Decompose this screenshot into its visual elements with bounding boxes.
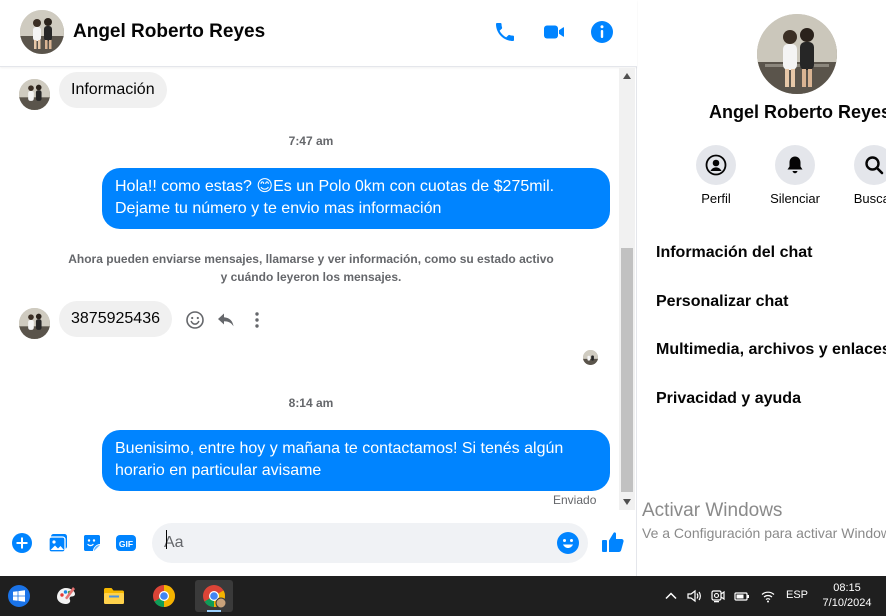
avatar-photo-icon bbox=[20, 10, 64, 54]
volume-icon[interactable] bbox=[685, 587, 703, 605]
message-composer: GIF bbox=[0, 517, 637, 575]
scroll-down-arrow-icon[interactable] bbox=[619, 494, 635, 510]
clock-time: 08:15 bbox=[833, 582, 861, 594]
search-action-label: Buscar bbox=[853, 191, 886, 206]
outgoing-message[interactable]: Buenisimo, entre hoy y mañana te contact… bbox=[102, 430, 610, 491]
section-privacy-support[interactable]: Privacidad y ayuda bbox=[656, 390, 801, 408]
clock-date: 7/10/2024 bbox=[822, 597, 872, 609]
emoji-button[interactable] bbox=[556, 531, 580, 555]
more-vertical-icon bbox=[255, 312, 259, 328]
profile-action-button[interactable]: Perfil bbox=[676, 145, 756, 206]
show-hidden-icons-chevron-icon[interactable] bbox=[662, 587, 680, 605]
message-timestamp: 8:14 am bbox=[288, 396, 334, 410]
mute-action-button[interactable]: Silenciar bbox=[755, 145, 835, 206]
sticker-button[interactable] bbox=[80, 531, 104, 555]
profile-name: Angel Roberto Reyes bbox=[709, 102, 886, 122]
incoming-message[interactable]: Información bbox=[59, 72, 167, 108]
delivery-status: Enviado bbox=[553, 493, 597, 507]
like-button[interactable] bbox=[600, 529, 626, 555]
conversation-info-panel: Angel Roberto Reyes Perfil Silenciar Bus… bbox=[638, 0, 886, 576]
message-input-container bbox=[152, 523, 588, 563]
message-input[interactable] bbox=[164, 523, 544, 563]
contact-name[interactable]: Angel Roberto Reyes bbox=[73, 21, 265, 43]
text-caret bbox=[166, 530, 167, 549]
profile-action-label: Perfil bbox=[701, 191, 731, 206]
chrome-icon bbox=[203, 585, 227, 609]
chat-header: Angel Roberto Reyes bbox=[0, 0, 637, 67]
chrome-button[interactable] bbox=[145, 580, 183, 612]
paint-app-icon bbox=[57, 587, 75, 604]
profile-icon bbox=[705, 154, 727, 176]
outgoing-message[interactable]: Hola!! como estas? 😊Es un Polo 0km con c… bbox=[102, 168, 610, 229]
start-button[interactable] bbox=[0, 580, 38, 612]
scroll-up-arrow-icon[interactable] bbox=[619, 68, 635, 84]
more-options-button[interactable] bbox=[245, 308, 269, 332]
battery-icon[interactable] bbox=[733, 587, 751, 605]
taskbar-app-pinned[interactable] bbox=[47, 580, 85, 612]
sticker-icon bbox=[84, 535, 100, 551]
video-camera-icon bbox=[544, 25, 564, 39]
chat-panel: Angel Roberto Reyes Información 7:47 am … bbox=[0, 0, 637, 576]
avatar-photo-icon bbox=[19, 79, 50, 110]
system-clock[interactable]: 08:15 7/10/2024 bbox=[820, 581, 874, 611]
avatar-photo-icon bbox=[757, 14, 837, 94]
plus-circle-icon bbox=[12, 533, 32, 553]
smiley-icon bbox=[186, 311, 204, 329]
search-action-circle bbox=[854, 145, 886, 185]
bell-icon bbox=[787, 156, 803, 174]
message-timestamp: 7:47 am bbox=[288, 134, 334, 148]
mute-action-label: Silenciar bbox=[770, 191, 820, 206]
chrome-profile-button[interactable] bbox=[195, 580, 233, 612]
reply-arrow-icon bbox=[218, 313, 234, 327]
windows-taskbar: ESP 08:15 7/10/2024 bbox=[0, 576, 886, 616]
video-call-button[interactable] bbox=[540, 18, 568, 46]
sender-avatar[interactable] bbox=[19, 308, 50, 339]
mute-action-circle bbox=[775, 145, 815, 185]
encryption-notice: Ahora pueden enviarse mensajes, llamarse… bbox=[68, 252, 554, 284]
wifi-icon[interactable] bbox=[759, 587, 777, 605]
gif-button[interactable]: GIF bbox=[114, 531, 138, 555]
contact-avatar[interactable] bbox=[20, 10, 64, 54]
search-action-button[interactable]: Buscar bbox=[834, 145, 886, 206]
sender-avatar[interactable] bbox=[19, 79, 50, 110]
incoming-message[interactable]: 3875925436 bbox=[59, 301, 172, 337]
section-chat-info[interactable]: Información del chat bbox=[656, 244, 812, 262]
info-icon bbox=[591, 21, 613, 43]
search-icon bbox=[865, 156, 884, 175]
chrome-icon bbox=[153, 585, 175, 607]
folder-icon bbox=[104, 588, 124, 604]
attach-photo-button[interactable] bbox=[46, 531, 70, 555]
seen-receipt-avatar bbox=[583, 350, 598, 365]
app-window: Angel Roberto Reyes Información 7:47 am … bbox=[0, 0, 886, 616]
gif-icon: GIF bbox=[116, 535, 136, 551]
windows-logo-icon bbox=[8, 585, 30, 607]
camera-in-use-icon[interactable] bbox=[709, 587, 727, 605]
photo-gallery-icon bbox=[48, 534, 67, 553]
svg-text:GIF: GIF bbox=[119, 539, 133, 549]
file-explorer-button[interactable] bbox=[95, 580, 133, 612]
activate-windows-title: Activar Windows bbox=[642, 500, 783, 521]
avatar-photo-icon bbox=[583, 350, 598, 365]
profile-action-circle bbox=[696, 145, 736, 185]
more-actions-button[interactable] bbox=[10, 531, 34, 555]
emoji-icon bbox=[557, 532, 579, 554]
reply-button[interactable] bbox=[214, 308, 238, 332]
call-button[interactable] bbox=[491, 18, 519, 46]
section-customize-chat[interactable]: Personalizar chat bbox=[656, 293, 789, 311]
activate-windows-subtitle: Ve a Configuración para activar Windows. bbox=[642, 525, 886, 541]
react-button[interactable] bbox=[183, 308, 207, 332]
info-button[interactable] bbox=[588, 18, 616, 46]
scrollbar[interactable] bbox=[619, 68, 635, 510]
section-media-files-links[interactable]: Multimedia, archivos y enlaces bbox=[656, 341, 886, 359]
avatar-photo-icon bbox=[19, 308, 50, 339]
profile-avatar[interactable] bbox=[757, 14, 837, 94]
input-language-indicator[interactable]: ESP bbox=[786, 589, 808, 601]
scrollbar-thumb[interactable] bbox=[621, 248, 633, 492]
phone-icon bbox=[496, 23, 514, 41]
thumbs-up-icon bbox=[602, 532, 624, 552]
